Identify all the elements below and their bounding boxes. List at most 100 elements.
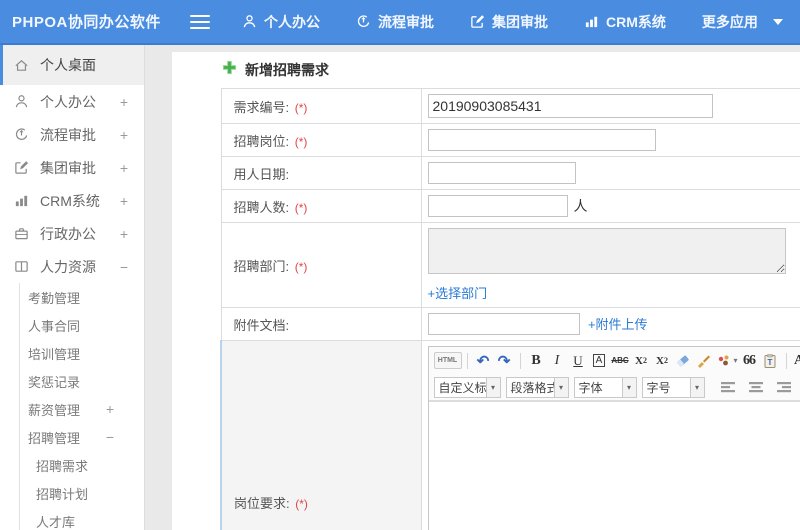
sidebar: 个人桌面 个人办公 + 流程审批 + 集团审批 + CRM系统 + 行政办公 +…	[0, 45, 145, 530]
toolbar-separator	[785, 352, 787, 369]
expand-icon[interactable]: +	[120, 94, 128, 110]
align-right-icon[interactable]	[774, 377, 795, 397]
required-mark: (*)	[294, 100, 308, 115]
sidebar-item-salary[interactable]: 薪资管理 +	[20, 395, 144, 423]
bar-chart-icon	[584, 14, 599, 29]
expand-icon[interactable]: +	[106, 401, 114, 417]
sidebar-item-hr-contract[interactable]: 人事合同	[20, 311, 144, 339]
sidebar-item-label: 人力资源	[40, 258, 96, 275]
expand-icon[interactable]: +	[120, 127, 128, 143]
collapse-icon[interactable]: −	[120, 259, 128, 275]
sidebar-item-group-approval[interactable]: 集团审批 +	[0, 151, 144, 184]
toolbar-separator	[519, 352, 521, 369]
sidebar-item-workflow-approval[interactable]: 流程审批 +	[0, 118, 144, 151]
sidebar-item-label: 培训管理	[28, 346, 81, 362]
page-header: 新增招聘需求	[172, 52, 800, 88]
position-label: 招聘岗位:	[233, 133, 290, 149]
sidebar-item-recruit-demand[interactable]: 招聘需求	[20, 451, 144, 479]
sidebar-item-talent-pool[interactable]: 人才库	[20, 507, 144, 530]
underline-button[interactable]: U	[568, 351, 589, 371]
form-row-position: 招聘岗位: (*)	[220, 123, 800, 157]
page-title: 新增招聘需求	[245, 62, 329, 78]
sidebar-item-attendance[interactable]: 考勤管理	[20, 283, 144, 311]
requirements-label: 岗位要求:	[234, 495, 290, 511]
demand-no-input[interactable]	[427, 94, 713, 118]
required-mark: (*)	[294, 259, 308, 274]
home-icon	[14, 58, 31, 73]
color-palette-icon[interactable]: ▾	[715, 351, 739, 371]
font-family-select[interactable]: 字体 ▾	[573, 376, 637, 398]
attachment-input[interactable]	[427, 313, 580, 335]
align-left-icon[interactable]	[718, 377, 739, 397]
superscript-button[interactable]: X2	[631, 351, 652, 371]
html-source-button[interactable]: HTML	[433, 352, 462, 369]
required-mark: (*)	[294, 134, 308, 149]
sidebar-item-label: 个人办公	[40, 93, 96, 110]
custom-heading-select[interactable]: 自定义标题 ▾	[433, 376, 501, 398]
sidebar-item-personal-office[interactable]: 个人办公 +	[0, 85, 144, 118]
compose-icon	[470, 14, 485, 29]
position-input[interactable]	[427, 129, 656, 151]
process-icon	[14, 127, 31, 142]
menu-toggle-icon[interactable]	[190, 14, 210, 29]
caret-down-icon: ▾	[553, 377, 568, 397]
top-menu-group-approval[interactable]: 集团审批	[470, 12, 548, 32]
top-menu-more-apps[interactable]: 更多应用	[702, 12, 783, 32]
sidebar-item-label: 集团审批	[40, 159, 96, 176]
sidebar-item-rewards[interactable]: 奖惩记录	[20, 367, 144, 395]
department-textarea[interactable]	[427, 228, 786, 274]
blockquote-button[interactable]: 66	[739, 351, 760, 371]
toolbar-separator	[466, 352, 468, 369]
menu-label: 个人办公	[264, 13, 320, 30]
sidebar-item-label: CRM系统	[40, 192, 100, 209]
collapse-icon[interactable]: −	[106, 429, 114, 445]
app-logo[interactable]: PHPOA协同办公软件	[12, 11, 190, 32]
top-menu-crm[interactable]: CRM系统	[584, 12, 666, 32]
compose-icon	[14, 160, 31, 175]
hire-date-label: 用人日期:	[233, 166, 290, 182]
sidebar-item-personal-desktop[interactable]: 个人桌面	[0, 45, 144, 85]
bold-button[interactable]: B	[526, 351, 547, 371]
sidebar-item-crm[interactable]: CRM系统 +	[0, 184, 144, 217]
top-menu: 个人办公 流程审批 集团审批 CRM系统 更多应用	[242, 12, 783, 32]
attachment-upload-link[interactable]: +附件上传	[588, 317, 648, 332]
caret-down-icon: ▾	[485, 377, 500, 397]
headcount-input[interactable]	[427, 195, 568, 217]
subscript-button[interactable]: X2	[652, 351, 673, 371]
sidebar-item-label: 流程审批	[40, 126, 96, 143]
sidebar-item-recruit-plan[interactable]: 招聘计划	[20, 479, 144, 507]
strikethrough-button[interactable]: ABC	[610, 351, 631, 371]
caret-down-icon	[772, 18, 783, 25]
select-department-link[interactable]: +选择部门	[428, 283, 800, 302]
undo-button[interactable]: ↶	[473, 351, 494, 371]
sidebar-item-admin-office[interactable]: 行政办公 +	[0, 217, 144, 250]
paragraph-format-select[interactable]: 段落格式 ▾	[505, 376, 569, 398]
italic-button[interactable]: I	[547, 351, 568, 371]
form-row-requirements: 岗位要求: (*) HTML ↶ ↷ B I U A ABC X 2 X 2 ▾…	[220, 340, 800, 530]
top-menu-workflow-approval[interactable]: 流程审批	[356, 12, 434, 32]
book-icon	[14, 259, 31, 274]
editor-content-area[interactable]	[428, 401, 800, 530]
font-size-select[interactable]: 字号 ▾	[641, 376, 705, 398]
autotypeset-button[interactable]: A	[589, 351, 610, 371]
main-content: 新增招聘需求 需求编号: (*) 招聘岗位: (*)	[145, 45, 800, 530]
paste-text-icon[interactable]: T	[760, 351, 781, 371]
expand-icon[interactable]: +	[120, 226, 128, 242]
menu-label: 集团审批	[492, 13, 548, 30]
top-menu-personal-office[interactable]: 个人办公	[242, 12, 320, 32]
sidebar-item-training[interactable]: 培训管理	[20, 339, 144, 367]
add-icon	[222, 60, 237, 80]
redo-button[interactable]: ↷	[494, 351, 515, 371]
sidebar-item-label: 人才库	[36, 514, 76, 530]
sidebar-item-human-resources[interactable]: 人力资源 −	[0, 250, 144, 283]
expand-icon[interactable]: +	[120, 160, 128, 176]
expand-icon[interactable]: +	[120, 193, 128, 209]
eraser-icon[interactable]	[673, 351, 694, 371]
format-brush-icon[interactable]	[694, 351, 715, 371]
align-center-icon[interactable]	[746, 377, 767, 397]
sidebar-item-label: 招聘计划	[36, 486, 89, 502]
sidebar-item-recruit-mgmt[interactable]: 招聘管理 −	[20, 423, 144, 451]
hire-date-input[interactable]	[427, 162, 576, 184]
form-row-demand-no: 需求编号: (*)	[220, 88, 800, 124]
font-color-button[interactable]: A▾	[792, 351, 800, 371]
